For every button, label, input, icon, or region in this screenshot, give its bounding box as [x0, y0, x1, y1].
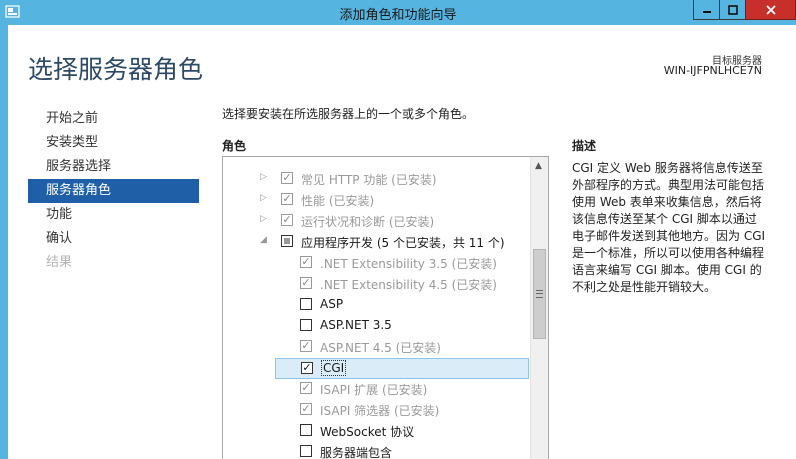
role-row[interactable]: ASP — [223, 295, 529, 316]
role-checkbox[interactable]: ✓ — [301, 362, 313, 374]
role-row[interactable]: ✓ ISAPI 扩展 (已安装) — [223, 379, 529, 400]
role-label: .NET Extensibility 4.5 (已安装) — [320, 278, 497, 292]
description-header: 描述 — [572, 139, 597, 153]
role-checkbox[interactable] — [281, 235, 293, 247]
role-row[interactable]: ✓ .NET Extensibility 4.5 (已安装) — [223, 274, 529, 295]
expand-arrow-icon[interactable]: ▷ — [260, 193, 267, 203]
role-checkbox: ✓ — [281, 213, 293, 226]
roles-header: 角色 — [222, 139, 247, 153]
role-checkbox[interactable] — [300, 298, 312, 310]
page-title: 选择服务器角色 — [28, 55, 204, 84]
window-title: 添加角色和功能向导 — [339, 8, 457, 23]
nav-item-server-selection[interactable]: 服务器选择 — [28, 155, 199, 179]
role-row[interactable]: 服务器端包含 — [223, 442, 529, 459]
role-row[interactable]: ◢ 应用程序开发 (5 个已安装，共 11 个) — [223, 232, 529, 253]
role-checkbox[interactable] — [300, 319, 312, 331]
nav-item-features[interactable]: 功能 — [28, 203, 199, 227]
role-checkbox[interactable] — [300, 445, 312, 457]
minimize-icon — [702, 10, 711, 13]
role-label: 常见 HTTP 功能 (已安装) — [301, 173, 437, 187]
role-checkbox: ✓ — [281, 171, 293, 184]
focus-rect: CGI — [321, 360, 347, 376]
roles-scrollbar[interactable]: ▲ — [530, 157, 548, 459]
role-label: WebSocket 协议 — [320, 425, 415, 439]
expand-arrow-icon[interactable]: ▷ — [260, 172, 267, 182]
nav-item-confirmation[interactable]: 确认 — [28, 227, 199, 251]
role-row[interactable]: ✓ CGI — [275, 358, 529, 379]
role-row[interactable]: ▷ ✓ 运行状况和诊断 (已安装) — [223, 211, 529, 232]
role-label: ASP.NET 3.5 — [320, 318, 392, 332]
target-server-name: WIN-IJFPNLHCE7N — [663, 64, 762, 77]
role-label: .NET Extensibility 3.5 (已安装) — [320, 257, 497, 271]
nav-item-results: 结果 — [46, 255, 73, 270]
role-label: ASP.NET 4.5 (已安装) — [320, 341, 441, 355]
role-row[interactable]: ▷ ✓ 性能 (已安装) — [223, 190, 529, 211]
instruction-text: 选择要安装在所选服务器上的一个或多个角色。 — [222, 107, 475, 121]
nav-item-before-you-begin[interactable]: 开始之前 — [28, 107, 199, 131]
close-icon — [765, 4, 776, 15]
role-row[interactable]: ✓ ASP.NET 4.5 (已安装) — [223, 337, 529, 358]
role-label: ASP — [320, 297, 344, 311]
role-checkbox: ✓ — [281, 192, 293, 205]
role-row[interactable]: WebSocket 协议 — [223, 421, 529, 442]
collapse-arrow-icon[interactable]: ◢ — [260, 235, 267, 245]
grip-icon — [536, 290, 543, 298]
nav-item-installation-type[interactable]: 安装类型 — [28, 131, 199, 155]
scroll-up-icon[interactable]: ▲ — [535, 161, 542, 171]
role-label: 性能 (已安装) — [301, 194, 375, 208]
roles-tree[interactable]: ▷ ✓ 常见 HTTP 功能 (已安装) ▷ ✓ 性能 (已安装) ▷ ✓ 运行状况和诊断 (已… — [222, 156, 549, 459]
nav-item-server-roles[interactable]: 服务器角色 — [28, 179, 199, 203]
role-row[interactable]: ASP.NET 3.5 — [223, 316, 529, 337]
role-label: 应用程序开发 (5 个已安装，共 11 个) — [301, 236, 505, 250]
role-label: ISAPI 扩展 (已安装) — [320, 383, 428, 397]
role-checkbox: ✓ — [300, 402, 312, 415]
role-checkbox[interactable] — [300, 424, 312, 436]
role-label: ISAPI 筛选器 (已安装) — [320, 404, 440, 418]
role-checkbox: ✓ — [300, 381, 312, 394]
role-row[interactable]: ✓ ISAPI 筛选器 (已安装) — [223, 400, 529, 421]
role-row[interactable]: ▷ ✓ 常见 HTTP 功能 (已安装) — [223, 169, 529, 190]
role-checkbox: ✓ — [300, 276, 312, 289]
window-border — [0, 25, 8, 459]
maximize-button[interactable] — [719, 0, 746, 20]
scrollbar-thumb[interactable] — [533, 249, 546, 339]
close-button[interactable] — [745, 0, 796, 20]
role-row[interactable]: ✓ .NET Extensibility 3.5 (已安装) — [223, 253, 529, 274]
role-checkbox: ✓ — [300, 255, 312, 268]
wizard-nav: 开始之前 安装类型 服务器选择 服务器角色 功能 确认 结果 — [28, 107, 199, 275]
role-label: 服务器端包含 — [320, 446, 393, 459]
maximize-icon — [727, 4, 738, 15]
role-label: CGI — [321, 360, 347, 376]
title-bar: 添加角色和功能向导 — [0, 0, 796, 25]
role-label: 运行状况和诊断 (已安装) — [301, 215, 435, 229]
role-checkbox: ✓ — [300, 339, 312, 352]
minimize-button[interactable] — [693, 0, 720, 20]
role-description: CGI 定义 Web 服务器将信息传送至外部程序的方式。典型用法可能包括使用 W… — [572, 161, 766, 294]
expand-arrow-icon[interactable]: ▷ — [260, 214, 267, 224]
